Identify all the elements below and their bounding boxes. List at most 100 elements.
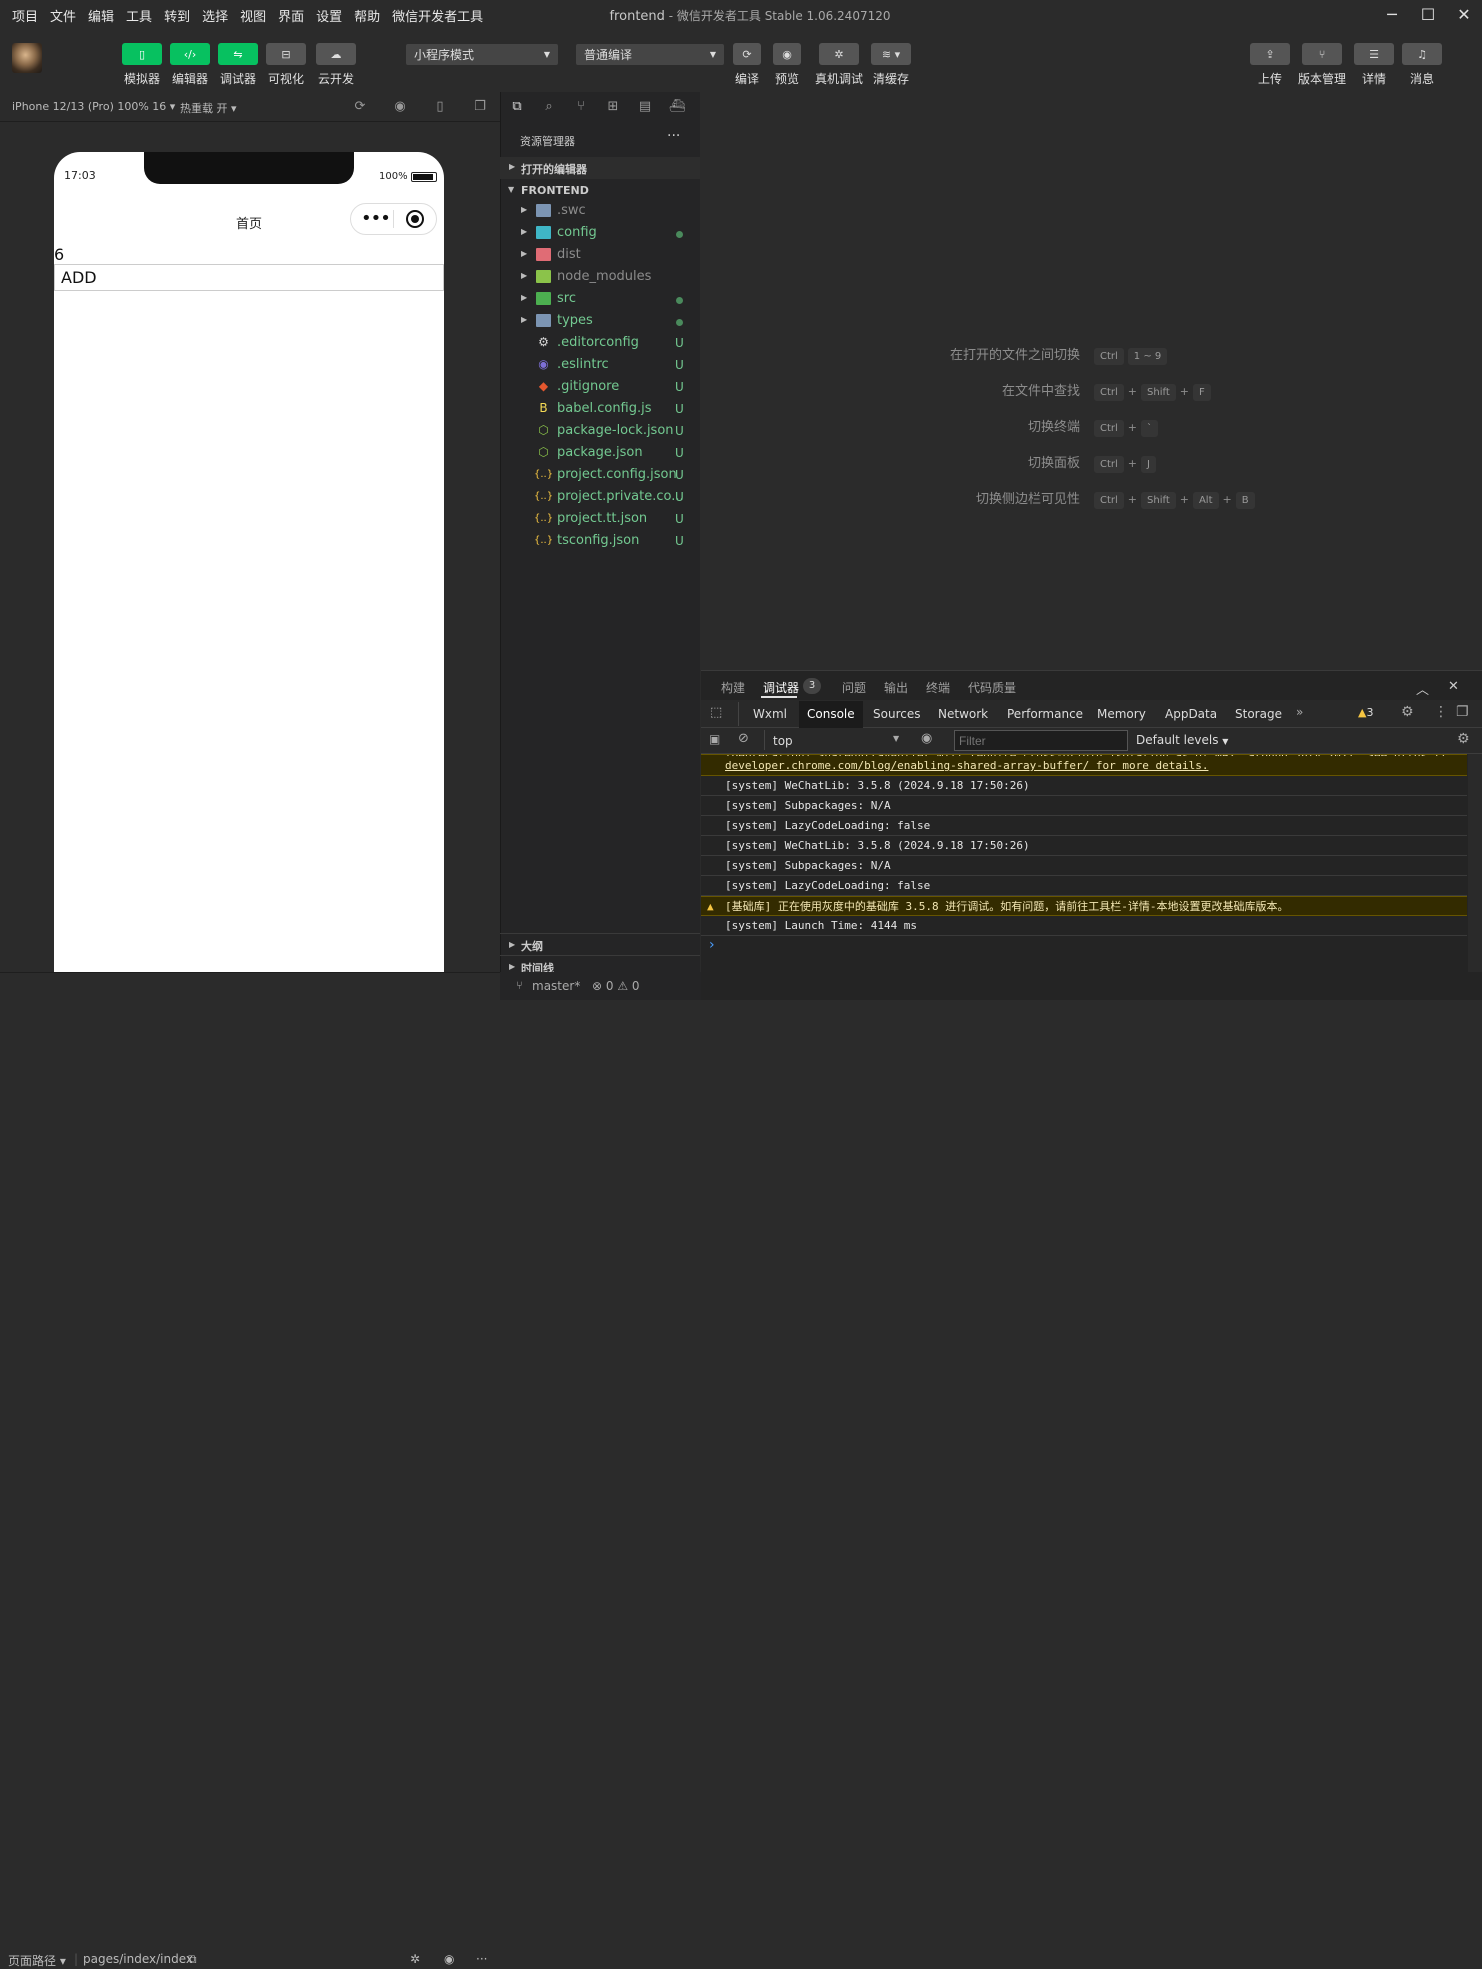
devtools-tab-appdata[interactable]: AppData (1165, 707, 1217, 721)
storage-icon[interactable]: ▤ (636, 99, 654, 117)
menu-item[interactable]: 编辑 (88, 6, 114, 25)
console-settings-icon[interactable]: ⚙ (1457, 731, 1470, 747)
preview-button[interactable]: ◉ (773, 43, 801, 65)
upload-button[interactable]: ⇪ (1250, 43, 1290, 65)
files-icon[interactable]: ⧉ (508, 99, 526, 117)
kebab-icon[interactable]: ⋮ (1434, 704, 1448, 720)
folder-row[interactable]: ▶ node_modules (500, 267, 700, 289)
extensions-icon[interactable]: ⊞ (604, 99, 622, 117)
dock-icon[interactable]: ❐ (1456, 704, 1469, 720)
devtools-tab-storage[interactable]: Storage (1235, 707, 1282, 721)
devtools-tab-network[interactable]: Network (938, 707, 988, 721)
details-button[interactable]: ☰ (1354, 43, 1394, 65)
folder-row[interactable]: ▶ dist (500, 245, 700, 267)
close-mini-program-icon[interactable] (406, 210, 424, 228)
compile-select[interactable]: 普通编译 ▼ (576, 44, 724, 65)
eye-icon[interactable]: ◉ (444, 1952, 454, 1966)
file-row[interactable]: ◉ .eslintrc U (500, 355, 700, 377)
file-row[interactable]: {..} project.private.co... U (500, 487, 700, 509)
mode-select[interactable]: 小程序模式 ▼ (406, 44, 558, 65)
copy-icon[interactable]: ⧉ (188, 1952, 197, 1967)
file-row[interactable]: Bbabel.config.js U (500, 399, 700, 421)
more-tabs-icon[interactable]: » (1296, 705, 1303, 719)
rotate-icon[interactable]: ⟳ (352, 99, 368, 115)
file-row[interactable]: ⚙ .editorconfig U (500, 333, 700, 355)
close-window-button[interactable]: ✕ (1452, 4, 1476, 26)
sidebar-toggle-icon[interactable]: ▣ (709, 732, 720, 746)
console-filter-input[interactable] (954, 730, 1128, 751)
folder-row[interactable]: ▶ .swc (500, 201, 700, 223)
file-row[interactable]: {..} project.tt.json U (500, 509, 700, 531)
panel-tab[interactable]: 问题 (842, 679, 866, 696)
page-path-select[interactable]: 页面路径 ▾ (8, 1952, 66, 1969)
phone-icon[interactable]: ▯ (432, 99, 448, 115)
open-editors-section[interactable]: ▶ 打开的编辑器 (500, 157, 700, 179)
panel-maximize-icon[interactable]: ︿ (1416, 679, 1429, 698)
file-row[interactable]: {..} project.config.json U (500, 465, 700, 487)
eye-icon[interactable]: ◉ (921, 731, 932, 746)
compile-button[interactable]: ⟳ (733, 43, 761, 65)
devtools-tab-sources[interactable]: Sources (873, 707, 920, 721)
messages-button[interactable]: ♫ (1402, 43, 1442, 65)
editor-button[interactable]: ‹/› (170, 43, 210, 65)
menu-item[interactable]: 界面 (278, 6, 304, 25)
panel-tab[interactable]: 终端 (926, 679, 950, 696)
warnings-badge[interactable]: ▲3 (1358, 706, 1373, 719)
real-device-debug-button[interactable]: ✲ (819, 43, 859, 65)
devtools-tab-performance[interactable]: Performance (1007, 707, 1083, 721)
panel-close-icon[interactable]: ✕ (1448, 679, 1459, 694)
hot-reload-toggle[interactable]: 热重载 开 ▾ (180, 100, 237, 116)
menu-item[interactable]: 视图 (240, 6, 266, 25)
file-row[interactable]: ◆ .gitignore U (500, 377, 700, 399)
version-button[interactable]: ⑂ (1302, 43, 1342, 65)
menu-item[interactable]: 工具 (126, 6, 152, 25)
source-control-icon[interactable]: ⑂ (572, 99, 590, 117)
menu-item[interactable]: 设置 (316, 6, 342, 25)
panel-tab[interactable]: 调试器 (763, 679, 799, 696)
file-row[interactable]: ⬡ package-lock.json U (500, 421, 700, 443)
devtools-tab-console[interactable]: Console (807, 707, 855, 721)
branch-name[interactable]: master* (532, 979, 580, 993)
search-icon[interactable]: ⌕ (540, 99, 558, 117)
more-icon[interactable]: ••• (361, 208, 391, 229)
devtools-tab-memory[interactable]: Memory (1097, 707, 1146, 721)
avatar[interactable] (12, 43, 42, 73)
panel-tab[interactable]: 输出 (884, 679, 908, 696)
cloud-dev-button[interactable]: ☁ (316, 43, 356, 65)
folder-row[interactable]: ▶ src (500, 289, 700, 311)
problems-count[interactable]: ⊗ 0 ⚠ 0 (592, 979, 640, 993)
clear-cache-button[interactable]: ≋ ▾ (871, 43, 911, 65)
simulator-button[interactable]: ▯ (122, 43, 162, 65)
clear-console-icon[interactable]: ⊘ (738, 731, 749, 746)
menu-item[interactable]: 微信开发者工具 (392, 6, 483, 25)
menu-item[interactable]: 项目 (12, 6, 38, 25)
menu-item[interactable]: 选择 (202, 6, 228, 25)
add-button[interactable]: ADD (54, 264, 444, 291)
menu-item[interactable]: 转到 (164, 6, 190, 25)
popout-icon[interactable]: ❐ (472, 99, 488, 115)
console-prompt[interactable]: › (701, 936, 1467, 972)
folder-row[interactable]: ▶ types (500, 311, 700, 333)
stop-icon[interactable]: ◉ (392, 99, 408, 115)
panel-tab[interactable]: 代码质量 (968, 679, 1016, 696)
devtools-tab-wxml[interactable]: Wxml (753, 707, 787, 721)
levels-select[interactable]: Default levels ▼ (1136, 733, 1228, 747)
panel-tab[interactable]: 构建 (721, 679, 745, 696)
maximize-button[interactable]: ☐ (1416, 4, 1440, 26)
outline-section[interactable]: ▶ 大纲 (500, 933, 700, 955)
frontend-section[interactable]: ▼ FRONTEND (500, 179, 700, 201)
inspect-icon[interactable]: ⬚ (710, 705, 722, 720)
more-options-icon[interactable]: ··· (476, 1952, 487, 1966)
visual-button[interactable]: ⊟ (266, 43, 306, 65)
console-scrollbar[interactable] (1468, 754, 1482, 972)
menu-item[interactable]: 帮助 (354, 6, 380, 25)
file-row[interactable]: {..} tsconfig.json U (500, 531, 700, 553)
debugger-button[interactable]: ⇋ (218, 43, 258, 65)
explorer-more-icon[interactable]: ··· (667, 128, 680, 144)
minimize-button[interactable]: ─ (1380, 4, 1404, 26)
context-select[interactable]: top ▼ (764, 730, 908, 750)
device-select[interactable]: iPhone 12/13 (Pro) 100% 16 ▾ (12, 100, 175, 113)
file-row[interactable]: ⬡ package.json U (500, 443, 700, 465)
bug-icon[interactable]: ✲ (410, 1952, 420, 1966)
docker-icon[interactable]: ⛴ (668, 99, 686, 117)
